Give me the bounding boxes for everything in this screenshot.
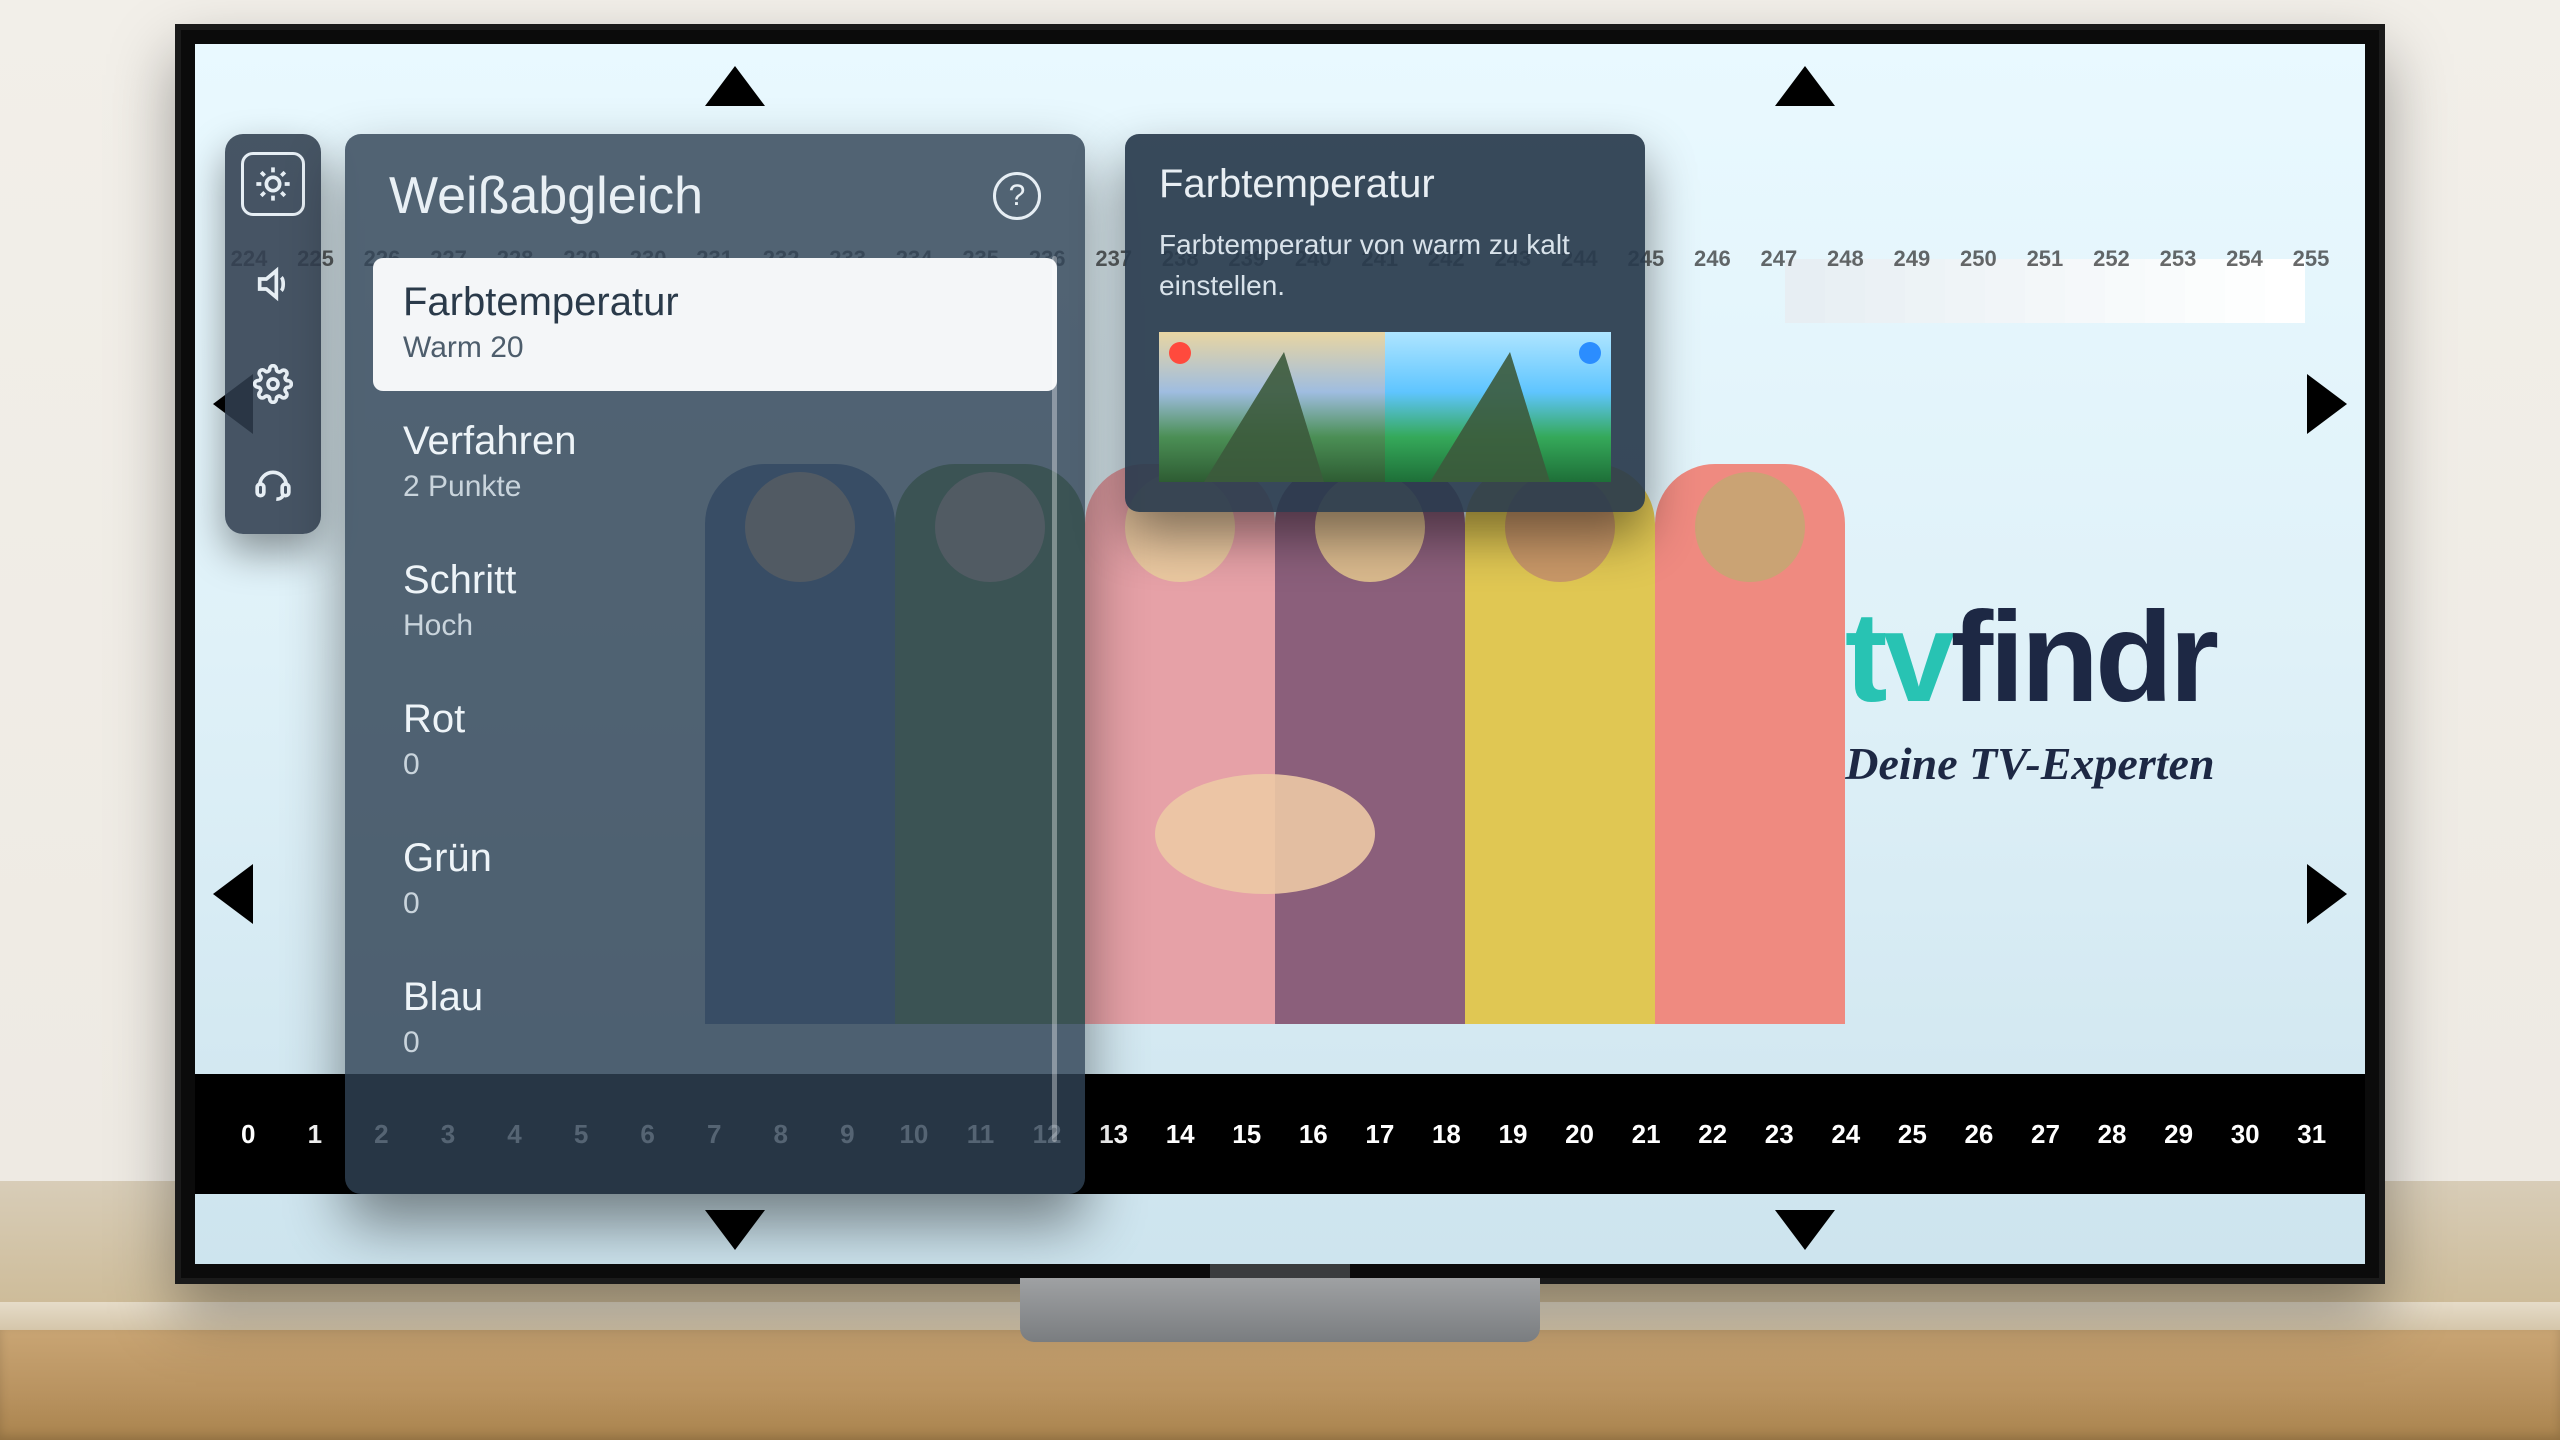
scale-bottom-value: 15 [1213,1119,1280,1150]
tv-frame: 2242252262272282292302312322332342352362… [175,24,2385,1284]
picture-icon[interactable] [241,152,305,216]
logo-tagline: Deine TV-Experten [1845,737,2215,790]
panel-item-value: 0 [403,748,1027,782]
settings-icon[interactable] [241,352,305,416]
tvfindr-logo: tv findr Deine TV-Experten [1845,584,2215,790]
scale-bottom-value: 31 [2278,1119,2345,1150]
scale-bottom-value: 24 [1813,1119,1880,1150]
scale-bottom-value: 1 [282,1119,349,1150]
scale-bottom-value: 20 [1546,1119,1613,1150]
panel-item-label: Farbtemperatur [403,280,1027,325]
scale-bottom-value: 25 [1879,1119,1946,1150]
scale-bottom-value: 28 [2079,1119,2146,1150]
cal-arrow-down-left [705,1210,765,1250]
info-thumbnails [1159,332,1611,482]
scale-bottom-value: 17 [1347,1119,1414,1150]
panel-item-grün[interactable]: Grün 0 [373,814,1057,947]
tv-screen: 2242252262272282292302312322332342352362… [195,44,2365,1264]
logo-findr: findr [1951,584,2215,731]
scale-bottom-value: 26 [1946,1119,2013,1150]
panel-item-value: Hoch [403,609,1027,643]
cal-arrow-up-right [1775,66,1835,106]
scale-bottom-value: 22 [1679,1119,1746,1150]
scale-bottom-value: 23 [1746,1119,1813,1150]
info-title: Farbtemperatur [1159,162,1611,207]
scale-bottom-value: 18 [1413,1119,1480,1150]
scale-bottom-value: 19 [1480,1119,1547,1150]
scale-top-value: 253 [2154,246,2202,272]
cal-arrow-down-right [1775,1210,1835,1250]
scale-bottom-value: 0 [215,1119,282,1150]
cal-arrow-right-bottom [2307,864,2347,924]
panel-item-label: Grün [403,836,1027,881]
cal-arrow-up-left [705,66,765,106]
panel-item-farbtemperatur[interactable]: Farbtemperatur Warm 20 [373,258,1057,391]
support-icon[interactable] [241,452,305,516]
panel-item-schritt[interactable]: Schritt Hoch [373,536,1057,669]
settings-sidebar [225,134,321,534]
thumb-cool [1385,332,1611,482]
scale-bottom-value: 14 [1147,1119,1214,1150]
scale-top-value: 247 [1755,246,1803,272]
panel-item-label: Rot [403,697,1027,742]
scale-top-value: 246 [1688,246,1736,272]
info-description: Farbtemperatur von warm zu kalt einstell… [1159,225,1611,306]
panel-item-label: Schritt [403,558,1027,603]
scale-bottom-value: 16 [1280,1119,1347,1150]
thumb-warm [1159,332,1385,482]
scale-top-value: 249 [1888,246,1936,272]
info-popover: Farbtemperatur Farbtemperatur von warm z… [1125,134,1645,512]
panel-item-rot[interactable]: Rot 0 [373,675,1057,808]
sound-icon[interactable] [241,252,305,316]
panel-title: Weißabgleich [389,166,703,226]
scale-bottom-value: 29 [2145,1119,2212,1150]
scale-top-value: 251 [2021,246,2069,272]
scale-top-value: 254 [2220,246,2268,272]
scale-top-value: 250 [1954,246,2002,272]
scale-top-value: 255 [2287,246,2335,272]
panel-body: Farbtemperatur Warm 20 Verfahren 2 Punkte Sc… [373,250,1057,1148]
panel-item-label: Blau [403,975,1027,1020]
white-balance-panel: Weißabgleich ? Farbtemperatur Warm 20 Verf… [345,134,1085,1194]
scale-top-value: 252 [2087,246,2135,272]
panel-item-verfahren[interactable]: Verfahren 2 Punkte [373,397,1057,530]
panel-item-value: 2 Punkte [403,470,1027,504]
scale-top-value: 248 [1821,246,1869,272]
cal-arrow-left-bottom [213,864,253,924]
panel-item-label: Verfahren [403,419,1027,464]
scale-bottom-value: 13 [1080,1119,1147,1150]
scale-bottom-value: 21 [1613,1119,1680,1150]
help-button[interactable]: ? [993,172,1041,220]
cal-arrow-right-top [2307,374,2347,434]
panel-item-blau[interactable]: Blau 0 [373,953,1057,1086]
scale-bottom-value: 30 [2212,1119,2279,1150]
scale-bottom-value: 27 [2012,1119,2079,1150]
panel-item-value: Warm 20 [403,331,1027,365]
hands-stack [1155,774,1375,894]
panel-item-value: 0 [403,887,1027,921]
logo-tv: tv [1845,584,1951,731]
panel-item-value: 0 [403,1026,1027,1060]
